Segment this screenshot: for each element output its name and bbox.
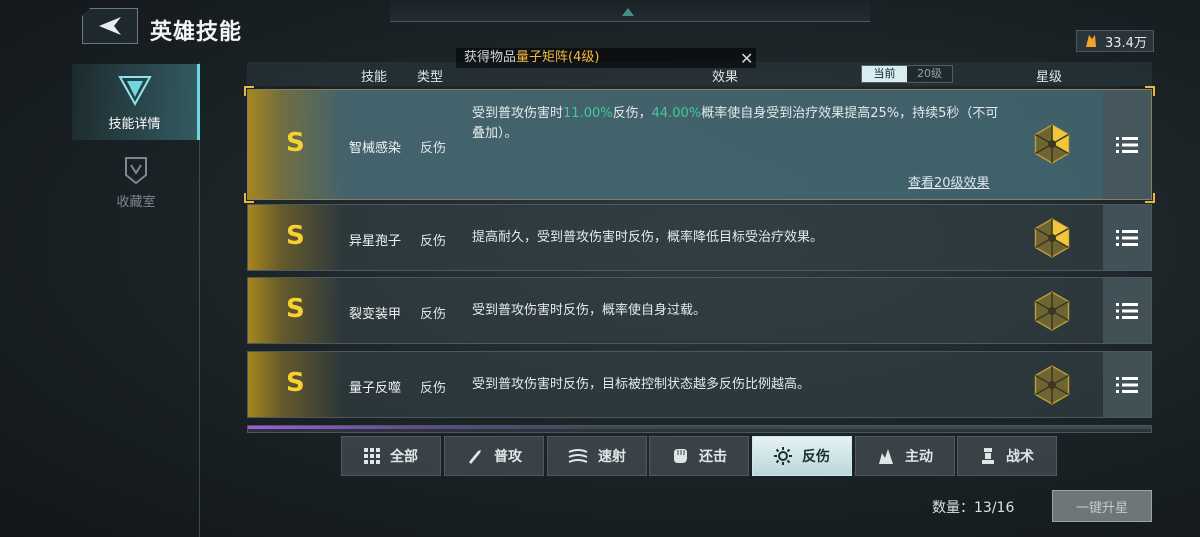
star-level-icon <box>1034 365 1070 405</box>
star-level-icon <box>1034 291 1070 331</box>
tab-label: 普攻 <box>494 449 522 465</box>
skill-type: 反伤 <box>420 234 447 249</box>
star-level-icon <box>1034 124 1070 164</box>
row-menu-button[interactable] <box>1103 352 1151 417</box>
skill-count: 数量：13/16 <box>932 500 1015 516</box>
one-click-upgrade-button[interactable]: 一键升星 <box>1052 490 1152 522</box>
top-decoration <box>390 0 870 22</box>
list-icon <box>1116 376 1138 393</box>
star-level-icon <box>1034 218 1070 258</box>
skill-effect: 受到普攻伤害时反伤，目标被控制状态越多反伤比例越高。 <box>472 377 811 392</box>
skill-name: 异星孢子 <box>349 234 402 249</box>
rank-badge: S <box>286 128 305 158</box>
close-icon[interactable]: ✕ <box>740 49 753 68</box>
row-menu-button[interactable] <box>1103 205 1151 270</box>
notif-prefix: 获得物品 <box>464 50 517 65</box>
back-button[interactable] <box>82 8 138 44</box>
grid-icon <box>364 448 380 464</box>
item-obtained-notification: 获得物品量子矩阵(4级) <box>456 48 756 68</box>
tab-rapid-fire[interactable]: 速射 <box>547 436 647 476</box>
collection-shield-icon <box>125 156 147 184</box>
rapid-fire-icon <box>568 449 588 463</box>
skill-row[interactable]: S 异星孢子 反伤 提高耐久，受到普攻伤害时反伤，概率降低目标受治疗效果。 <box>247 204 1152 271</box>
fist-icon <box>674 449 687 463</box>
list-icon <box>1116 136 1138 153</box>
effect-value: 11.00% <box>563 106 613 121</box>
sidebar: 技能详情 收藏室 <box>72 62 200 537</box>
header-skill: 技能 <box>361 70 388 85</box>
view-level20-link[interactable]: 查看20级效果 <box>908 172 990 191</box>
tab-label: 还击 <box>699 449 727 465</box>
skill-name: 量子反噬 <box>349 381 402 396</box>
row-menu-button[interactable] <box>1103 278 1151 343</box>
header-star: 星级 <box>1036 70 1063 85</box>
notif-item: 量子矩阵(4级) <box>516 50 600 65</box>
header-type: 类型 <box>417 70 444 85</box>
effect-text: 反伤， <box>612 106 652 121</box>
header-effect: 效果 <box>712 70 739 85</box>
tab-label: 反伤 <box>802 449 830 465</box>
tab-normal-attack[interactable]: 普攻 <box>444 436 544 476</box>
rank-badge: S <box>286 368 305 398</box>
sidebar-item-label: 技能详情 <box>108 116 161 132</box>
row-menu-button[interactable] <box>1103 90 1151 199</box>
tab-label: 主动 <box>905 449 933 465</box>
skill-effect: 提高耐久，受到普攻伤害时反伤，概率降低目标受治疗效果。 <box>472 230 824 245</box>
rank-badge: S <box>286 294 305 324</box>
sidebar-item-collection[interactable]: 收藏室 <box>72 144 200 220</box>
skill-row[interactable]: S 量子反噬 反伤 受到普攻伤害时反伤，目标被控制状态越多反伤比例越高。 <box>247 351 1152 418</box>
currency-amount: 33.4万 <box>1105 35 1147 51</box>
toggle-current[interactable]: 当前 <box>862 66 907 82</box>
bullet-icon <box>469 450 481 464</box>
gold-crystal-icon <box>1086 35 1096 47</box>
list-icon <box>1116 302 1138 319</box>
toggle-level20[interactable]: 20级 <box>907 66 952 82</box>
tab-counterattack[interactable]: 还击 <box>649 436 749 476</box>
skill-type: 反伤 <box>420 307 447 322</box>
tab-all[interactable]: 全部 <box>341 436 441 476</box>
tab-label: 速射 <box>598 449 626 465</box>
skill-effect: 受到普攻伤害时11.00%反伤，44.00%概率使自身受到治疗效果提高25%，持… <box>472 104 1002 144</box>
flame-icon <box>879 449 893 464</box>
skill-effect: 受到普攻伤害时反伤，概率使自身过载。 <box>472 303 707 318</box>
level-toggle: 当前 20级 <box>861 65 953 83</box>
back-arrow-icon <box>99 17 121 35</box>
currency-display: 33.4万 <box>1076 30 1154 52</box>
tab-label: 全部 <box>390 449 418 465</box>
effect-text: 受到普攻伤害时 <box>472 106 564 121</box>
partial-row <box>247 425 1152 433</box>
rank-badge: S <box>286 221 305 251</box>
tab-active-skill[interactable]: 主动 <box>855 436 955 476</box>
skill-type: 反伤 <box>420 141 447 156</box>
tab-label: 战术 <box>1006 449 1034 465</box>
tower-icon <box>982 448 994 464</box>
list-icon <box>1116 229 1138 246</box>
tab-tactics[interactable]: 战术 <box>957 436 1057 476</box>
page-title: 英雄技能 <box>150 20 243 45</box>
v-emblem-icon <box>117 75 152 106</box>
skill-row[interactable]: S 智械感染 反伤 受到普攻伤害时11.00%反伤，44.00%概率使自身受到治… <box>244 86 1155 203</box>
skill-name: 裂变装甲 <box>349 307 402 322</box>
skill-row[interactable]: S 裂变装甲 反伤 受到普攻伤害时反伤，概率使自身过载。 <box>247 277 1152 344</box>
skill-name: 智械感染 <box>349 141 402 156</box>
sidebar-item-label: 收藏室 <box>116 194 156 210</box>
effect-value: 44.00% <box>651 106 702 121</box>
sidebar-item-skill-details[interactable]: 技能详情 <box>72 64 200 140</box>
tab-reflect-damage[interactable]: 反伤 <box>752 436 852 476</box>
skill-type: 反伤 <box>420 381 447 396</box>
gear-burst-icon <box>774 447 792 465</box>
